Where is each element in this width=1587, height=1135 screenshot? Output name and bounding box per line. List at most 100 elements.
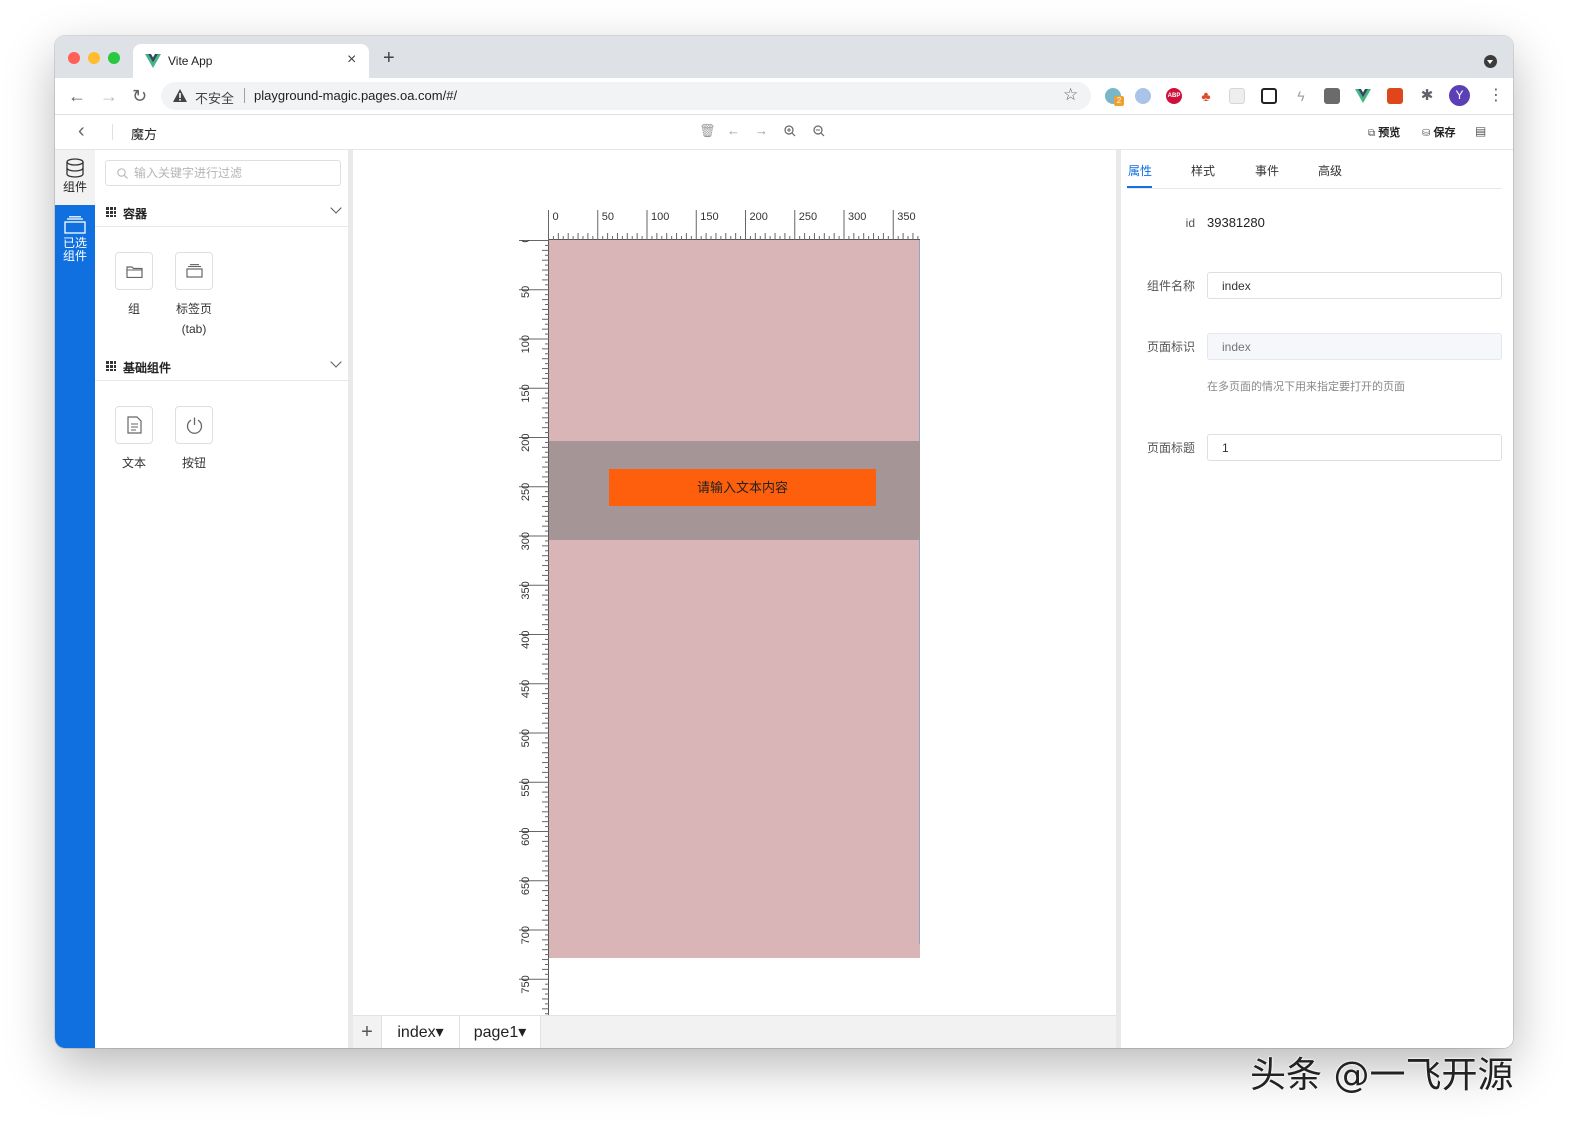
save-label: 保存 [1433,127,1456,139]
left-icon-bar: 组件 已选组件 [55,150,95,1048]
selected-components-tab[interactable]: 已选组件 [55,216,95,263]
address-bar: ← → ↻ 不安全 playground-magic.pages.oa.com/… [55,78,1513,115]
canvas-stage: 0 50 100 150 200 250 300 350 0 50 100 150 200 250 300… [353,150,1116,1015]
caret-down-icon: ▾ [518,1024,527,1041]
save-button[interactable]: ⛁ 保存 [1422,124,1455,140]
collapse-back-icon[interactable]: ‹ [78,121,85,141]
filter-search-box[interactable] [105,160,341,186]
id-label: id [1185,216,1195,230]
page-mark-input[interactable] [1207,333,1502,360]
page-tab-index[interactable]: index▾ [382,1016,460,1048]
preview-icon: ⧉ [1368,128,1376,139]
reload-icon[interactable]: ↻ [132,86,147,106]
components-tab[interactable]: 组件 [55,158,95,194]
properties-panel: 属性 样式 事件 高级 id 39381280 组件名称 页面标识 在多页面的情… [1121,150,1513,1048]
new-tab-button[interactable]: + [383,48,395,68]
bookmark-star-icon[interactable]: ☆ [1063,85,1078,105]
tab-properties[interactable]: 属性 [1128,162,1152,179]
page-title-input[interactable] [1207,434,1502,461]
browser-tab[interactable]: Vite App × [133,44,369,78]
back-arrow-icon[interactable]: ← [68,86,86,106]
ruler-top-label: 50 [602,211,614,223]
tab-events[interactable]: 事件 [1255,162,1279,179]
editor-toolbar: ‹ 魔方 🗑 ← → ⧉ 预览 ⛁ 保存 ▤ [55,115,1513,150]
canvas-text-button[interactable]: 请输入文本内容 [609,469,876,506]
ruler-left-label: 600 [520,828,532,846]
browser-window: Vite App × + ← → ↻ 不安全 playground-magic.… [55,36,1513,1048]
tab-close-icon[interactable]: × [347,51,356,69]
ruler-top-label: 0 [553,211,559,223]
chevron-down-icon[interactable] [330,202,342,214]
page-mark-label: 页面标识 [1146,340,1195,354]
extension-icon-9[interactable] [1387,88,1403,104]
tab-search-icon[interactable] [1484,55,1497,68]
filter-search-input[interactable] [134,164,334,182]
adblock-icon[interactable]: ABP [1166,88,1182,104]
vue-logo-icon [145,54,161,68]
redo-icon[interactable]: → [755,124,768,138]
ruler-left-label: 500 [520,729,532,747]
delete-icon[interactable]: 🗑 [699,124,716,138]
source-code-icon[interactable]: ▤ [1475,124,1486,138]
ruler-top-label: 350 [897,211,915,223]
undo-icon[interactable]: ← [727,124,740,138]
tab-style[interactable]: 样式 [1191,162,1215,179]
toolbar-divider [112,124,113,140]
extension-icon-2[interactable] [1135,88,1151,104]
add-page-button[interactable]: + [353,1016,382,1048]
component-label: 文本 [121,456,146,470]
ruler-top-label: 150 [700,211,718,223]
forward-arrow-icon[interactable]: → [100,86,118,106]
minimize-window-button[interactable] [88,52,100,64]
ruler-top-label: 250 [799,211,817,223]
component-group[interactable]: 组 [104,252,164,319]
power-icon [175,406,213,444]
vue-devtools-icon[interactable] [1355,89,1371,103]
extension-icon-4[interactable]: ♣ [1198,88,1214,104]
ruler-top-label: 300 [848,211,866,223]
url-text[interactable]: playground-magic.pages.oa.com/#/ [254,88,457,103]
page-edge-line [919,240,920,944]
ruler-left: 0 50 100 150 200 250 300 350 400 450 500 550 600 650 7… [519,240,549,1015]
caret-down-icon: ▾ [435,1024,444,1041]
extension-badge: 2 [1114,96,1124,106]
extension-icon-5[interactable] [1229,88,1245,104]
group-header-basic[interactable]: 基础组件 [95,352,348,381]
group-header-container[interactable]: 容器 [95,198,348,227]
component-name-input[interactable] [1207,272,1502,299]
browser-menu-icon[interactable]: ⋮ [1488,87,1504,105]
app-title: 魔方 [131,127,158,142]
qr-extension-icon[interactable] [1261,88,1277,104]
security-label: 不安全 [195,91,235,106]
ruler-left-label: 350 [520,581,532,599]
component-text[interactable]: 文本 [104,406,164,473]
lightning-extension-icon[interactable]: ϟ [1293,88,1309,104]
zoom-out-icon[interactable] [813,125,825,137]
download-extension-icon[interactable] [1324,88,1340,104]
ruler-left-label: 300 [520,532,532,550]
profile-avatar[interactable]: Y [1449,85,1470,106]
zoom-in-icon[interactable] [784,125,796,137]
page-canvas[interactable] [549,240,920,958]
omnibox[interactable]: 不安全 playground-magic.pages.oa.com/#/ ☆ [161,82,1091,110]
tab-advanced[interactable]: 高级 [1318,162,1342,179]
grid-icon [106,207,116,217]
chevron-down-icon[interactable] [330,356,342,368]
component-button[interactable]: 按钮 [164,406,224,473]
components-tab-label: 组件 [62,180,87,194]
maximize-window-button[interactable] [108,52,120,64]
puzzle-extensions-icon[interactable]: ✱ [1419,88,1435,104]
component-tab[interactable]: 标签页(tab) [164,252,224,339]
page-title-label: 页面标题 [1146,441,1195,455]
extension-icon-1[interactable]: 2 [1105,88,1124,106]
ruler-left-label: 150 [520,384,532,402]
ruler-left-label: 550 [520,778,532,796]
page-tab-page1[interactable]: page1▾ [460,1016,541,1048]
selected-tab-label: 已选组件 [63,236,88,263]
selected-tab-area [55,205,95,1048]
tab-strip: Vite App × + [55,36,1513,78]
close-window-button[interactable] [68,52,80,64]
preview-button[interactable]: ⧉ 预览 [1368,124,1400,140]
components-panel: 容器 组 标签页(tab) 基础组 [95,150,349,1048]
layers-icon [64,216,86,234]
